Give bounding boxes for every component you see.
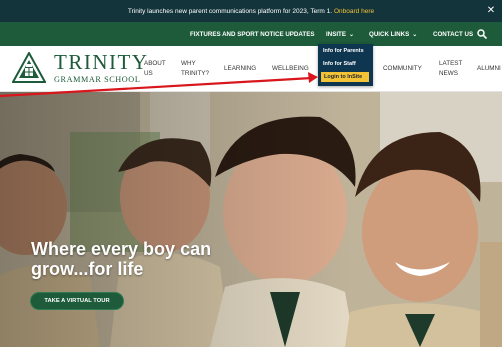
insite-menu[interactable]: INSITE ⌄	[326, 22, 354, 46]
insite-dropdown: Info for Parents Info for Staff Login to…	[318, 44, 373, 86]
chevron-down-icon: ⌄	[348, 31, 354, 38]
logo-subtitle: GRAMMAR SCHOOL	[54, 75, 141, 84]
contact-label: CONTACT US	[433, 30, 474, 38]
dropdown-item-login[interactable]: Login to InSite	[321, 72, 369, 82]
fixtures-label: FIXTURES AND SPORT NOTICE UPDATES	[190, 30, 315, 38]
quick-links-menu[interactable]: QUICK LINKS ⌄	[369, 22, 417, 46]
fixtures-link[interactable]: FIXTURES AND SPORT NOTICE UPDATES	[190, 22, 314, 46]
site-header: TRINITY GRAMMAR SCHOOL ABOUT US WHY TRIN…	[0, 46, 502, 92]
announcement-bar: Trinity launches new parent communicatio…	[0, 0, 502, 22]
school-crest-logo[interactable]	[12, 52, 46, 84]
quick-links-label: QUICK LINKS	[369, 30, 410, 38]
chevron-down-icon: ⌄	[412, 31, 418, 38]
nav-item-learning[interactable]: LEARNING	[224, 46, 256, 91]
nav-item-wellbeing[interactable]: WELLBEING	[272, 46, 309, 91]
search-icon	[477, 29, 487, 39]
school-homepage: Trinity launches new parent communicatio…	[0, 0, 502, 347]
hero-headline: Where every boy can grow...for life	[31, 239, 212, 279]
utility-nav: FIXTURES AND SPORT NOTICE UPDATES INSITE…	[0, 22, 502, 46]
logo-title: TRINITY	[54, 50, 149, 74]
close-icon[interactable]: ✕	[486, 6, 496, 16]
onboard-link[interactable]: Onboard here	[334, 8, 374, 15]
nav-item-community[interactable]: COMMUNITY	[383, 46, 422, 91]
dropdown-item-staff[interactable]: Info for Staff	[323, 61, 356, 67]
contact-link[interactable]: CONTACT US	[433, 22, 473, 46]
insite-label: INSITE	[326, 30, 346, 38]
nav-item-alumni[interactable]: ALUMNI	[477, 46, 501, 91]
virtual-tour-button[interactable]: TAKE A VIRTUAL TOUR	[30, 292, 124, 310]
nav-item-why-trinity[interactable]: WHY TRINITY?	[181, 46, 211, 91]
hero-banner: Where every boy can grow...for life TAKE…	[0, 92, 502, 347]
nav-item-about[interactable]: ABOUT US	[144, 46, 170, 91]
search-button[interactable]	[477, 22, 487, 46]
dropdown-item-parents[interactable]: Info for Parents	[323, 48, 364, 54]
nav-item-latest-news[interactable]: LATEST NEWS	[439, 46, 465, 91]
announcement-text: Trinity launches new parent communicatio…	[127, 7, 332, 15]
